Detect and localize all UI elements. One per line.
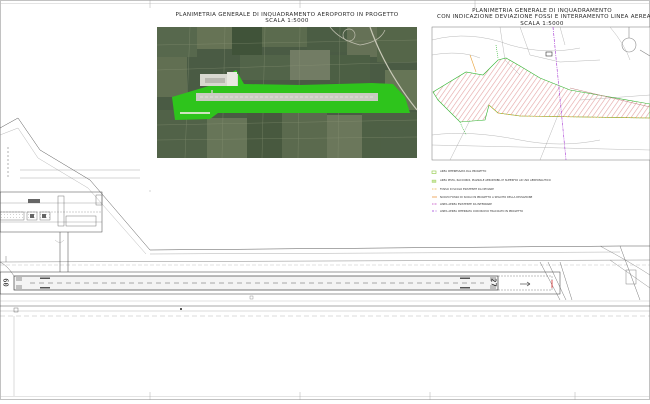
legend-item: FOSSO DI SCOLO ESISTENTE DA DEVIARE [440, 188, 494, 191]
satellite-title-scale: SCALA 1:5000 [265, 18, 309, 25]
map-title: PLANIMETRIA GENERALE DI INQUADRAMENTO CO… [437, 8, 650, 27]
legend-swatch [431, 179, 437, 183]
satellite-view [156, 26, 418, 159]
legend-swatch [431, 170, 437, 174]
satellite-title: PLANIMETRIA GENERALE DI INQUADRAMENTO AE… [157, 12, 417, 25]
map-title-line2: CON INDICAZIONE DEVIAZIONE FOSSI E INTER… [437, 14, 650, 21]
legend-item: LINEA AEREA ESISTENTE DA INTERRARE [440, 203, 492, 206]
legend-item: NUOVO FOSSO DI SCOLO IN PROGETTO A SEGUI… [440, 196, 533, 199]
drawing-sheet: PLANIMETRIA GENERALE DI INQUADRAMENTO AE… [0, 0, 650, 400]
drawing-canvas [0, 0, 650, 400]
legend-item: AREA INTERESSATA DAL PROGETTO [440, 170, 487, 173]
legend-item: AREA PISTA, RACCORDI, PIAZZALE AEROMOBIL… [440, 179, 551, 182]
runway-designator-west: 09 [2, 278, 11, 287]
runway-designator-east: 27 [489, 278, 498, 287]
map-title-scale: SCALA 1:5000 [520, 20, 564, 27]
legend [431, 170, 437, 212]
legend-item: LINEA AEREA INTERRATA CON NUOVO TRACCIAT… [440, 210, 524, 213]
deviation-map [431, 26, 650, 161]
